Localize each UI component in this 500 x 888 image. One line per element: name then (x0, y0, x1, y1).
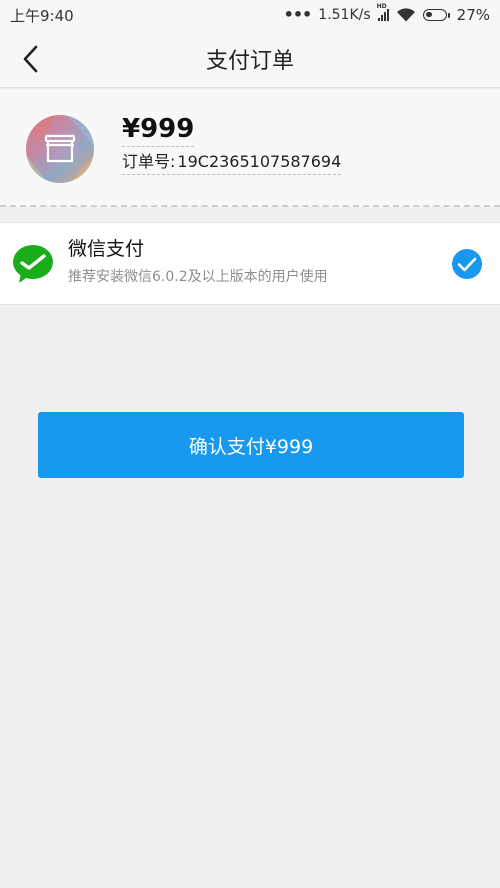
wechat-pay-icon (13, 245, 53, 283)
confirm-payment-button[interactable]: 确认支付¥999 (38, 412, 464, 478)
nav-bar: 支付订单 (0, 30, 500, 88)
order-number-label: 订单号: (122, 152, 176, 171)
order-amount: ¥999 (122, 113, 195, 147)
status-bar: 上午9:40 ••• 1.51K/s HD 27% (0, 0, 500, 30)
page-title: 支付订单 (205, 49, 294, 74)
shop-icon (26, 115, 94, 183)
hd-badge: HD (376, 3, 387, 10)
network-speed: 1.51K/s (318, 7, 371, 23)
check-circle-icon[interactable] (451, 248, 483, 280)
status-indicators: ••• 1.51K/s HD 27% (283, 3, 490, 24)
battery-icon (422, 9, 450, 21)
notification-dots-icon: ••• (283, 5, 313, 24)
order-summary: ¥999 订单号: 19C2365107587694 (0, 89, 500, 207)
status-time: 上午9:40 (10, 6, 74, 25)
chevron-left-icon (23, 45, 38, 73)
payment-method-desc: 推荐安装微信6.0.2及以上版本的用户使用 (68, 269, 328, 285)
wifi-icon (396, 8, 415, 22)
order-number-value: 19C2365107587694 (177, 152, 342, 171)
signal-icon: HD (377, 3, 389, 21)
shop-avatar (26, 115, 94, 183)
battery-percent: 27% (456, 6, 490, 24)
order-number: 订单号: 19C2365107587694 (122, 151, 342, 175)
back-button[interactable] (10, 39, 50, 79)
payment-method-name: 微信支付 (68, 238, 145, 260)
payment-method-wechat[interactable]: 微信支付 推荐安装微信6.0.2及以上版本的用户使用 (0, 222, 500, 305)
